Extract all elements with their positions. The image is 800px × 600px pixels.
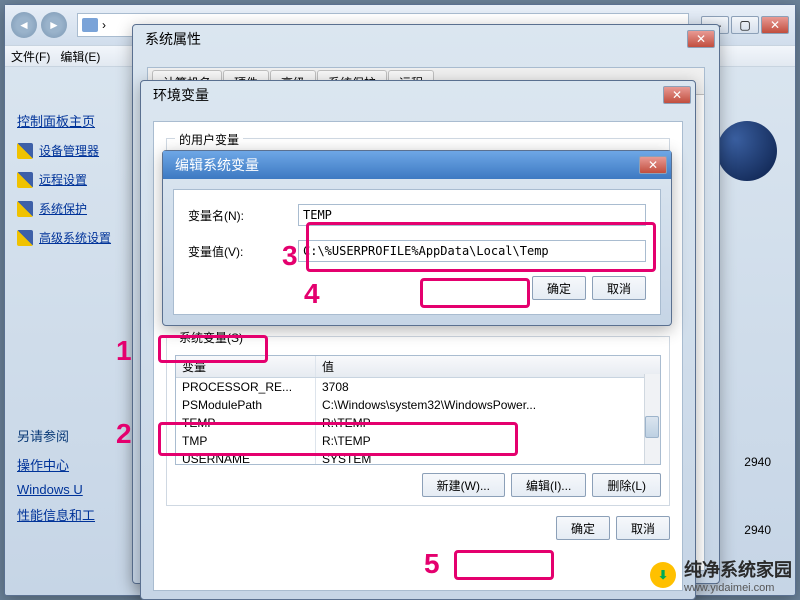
sys-new-button[interactable]: 新建(W)... <box>422 473 505 497</box>
editvar-title: 编辑系统变量 <box>175 155 637 175</box>
see-also-header: 另请参阅 <box>17 426 147 445</box>
maximize-button[interactable]: ▢ <box>731 16 759 34</box>
menu-file[interactable]: 文件(F) <box>11 48 50 65</box>
oobe-globe-icon <box>717 121 777 181</box>
forward-button[interactable]: ► <box>41 12 67 38</box>
back-button[interactable]: ◄ <box>11 12 37 38</box>
left-nav: 控制面板主页 设备管理器 远程设置 系统保护 高级系统设置 另请参阅 操作中心 … <box>17 111 147 532</box>
watermark-url: www.yidaimei.com <box>684 582 792 594</box>
system-vars-list[interactable]: 变量 值 PROCESSOR_RE...3708 PSModulePathC:\… <box>175 355 661 465</box>
scrollbar-thumb[interactable] <box>645 416 659 438</box>
close-button[interactable]: ✕ <box>761 16 789 34</box>
var-value-input[interactable] <box>298 240 646 262</box>
table-row: TEMPR:\TEMP <box>176 414 660 432</box>
col-variable[interactable]: 变量 <box>176 356 316 377</box>
sysprops-title: 系统属性 <box>145 29 685 49</box>
envvars-close-button[interactable]: ✕ <box>663 86 691 104</box>
table-row: PROCESSOR_RE...3708 <box>176 378 660 396</box>
nav-device-manager[interactable]: 设备管理器 <box>17 142 147 159</box>
computer-icon <box>82 18 98 32</box>
var-name-input[interactable] <box>298 204 646 226</box>
breadcrumb-chevron: › <box>102 18 106 32</box>
envvars-ok-button[interactable]: 确定 <box>556 516 610 540</box>
sys-edit-button[interactable]: 编辑(I)... <box>511 473 586 497</box>
table-row: TMPR:\TEMP <box>176 432 660 450</box>
watermark-brand: 纯净系统家园 <box>684 556 792 582</box>
table-row: USERNAMESYSTEM <box>176 450 660 465</box>
nav-remote[interactable]: 远程设置 <box>17 171 147 188</box>
user-vars-legend: 的用户变量 <box>175 131 243 148</box>
envvars-title: 环境变量 <box>153 85 661 105</box>
link-windows-u[interactable]: Windows U <box>17 482 147 497</box>
watermark: ⬇ 纯净系统家园 www.yidaimei.com <box>650 556 792 594</box>
editvar-cancel-button[interactable]: 取消 <box>592 276 646 300</box>
sys-delete-button[interactable]: 删除(L) <box>592 473 661 497</box>
shield-icon <box>17 172 33 188</box>
table-row: PSModulePathC:\Windows\system32\WindowsP… <box>176 396 660 414</box>
shield-icon <box>17 143 33 159</box>
label-var-name: 变量名(N): <box>188 207 298 224</box>
shield-icon <box>17 201 33 217</box>
nav-advanced[interactable]: 高级系统设置 <box>17 229 147 246</box>
label-var-value: 变量值(V): <box>188 243 298 260</box>
system-vars-legend: 系统变量(S) <box>175 329 247 346</box>
shield-icon <box>17 230 33 246</box>
nav-protection[interactable]: 系统保护 <box>17 200 147 217</box>
nav-home[interactable]: 控制面板主页 <box>17 111 147 130</box>
link-action-center[interactable]: 操作中心 <box>17 455 147 474</box>
watermark-logo-icon: ⬇ <box>650 562 676 588</box>
menu-edit[interactable]: 编辑(E) <box>60 48 100 65</box>
col-value[interactable]: 值 <box>316 356 660 377</box>
link-perf-info[interactable]: 性能信息和工 <box>17 505 147 524</box>
sysprops-close-button[interactable]: ✕ <box>687 30 715 48</box>
edit-sys-var-dialog: 编辑系统变量 ✕ 变量名(N): 变量值(V): 确定 取消 <box>162 150 672 326</box>
system-vars-group: 系统变量(S) 变量 值 PROCESSOR_RE...3708 PSModul… <box>166 336 670 506</box>
editvar-ok-button[interactable]: 确定 <box>532 276 586 300</box>
right-pane-numbers: 2940 2940 <box>744 455 771 537</box>
editvar-close-button[interactable]: ✕ <box>639 156 667 174</box>
envvars-cancel-button[interactable]: 取消 <box>616 516 670 540</box>
